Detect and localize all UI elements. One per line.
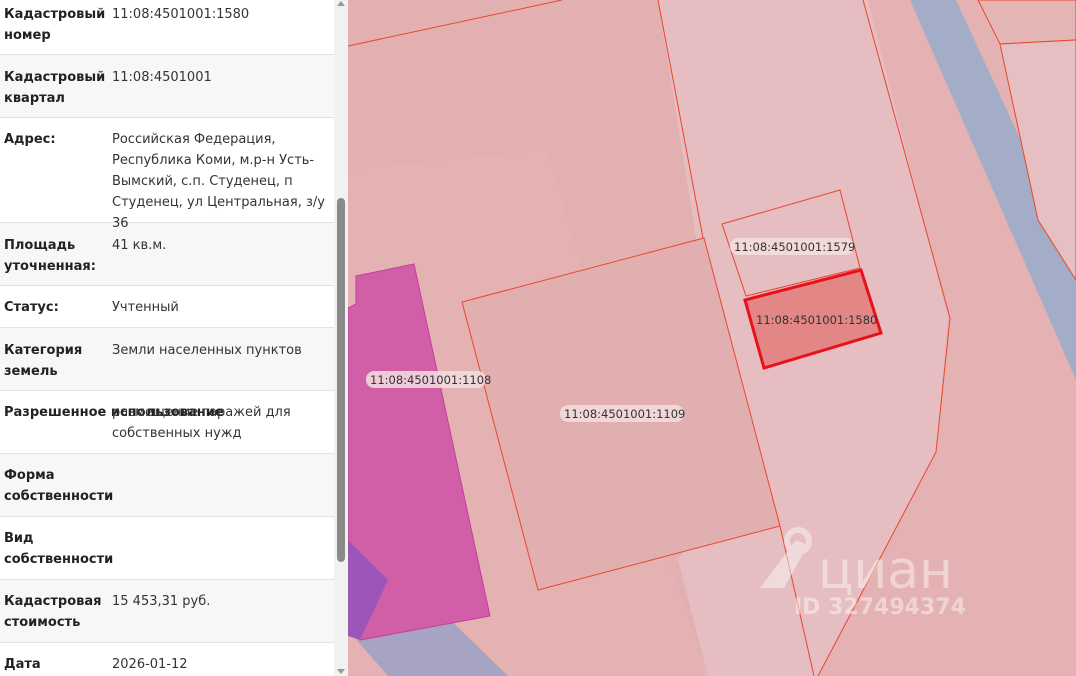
row-area: Площадь уточненная: 41 кв.м. — [0, 223, 334, 286]
row-ownership-type: Вид собственности — [0, 517, 334, 580]
value-land-category: Земли населенных пунктов — [112, 343, 302, 358]
row-ownership-form: Форма собственности — [0, 454, 334, 517]
label-address: Адрес: — [4, 132, 56, 147]
scroll-up-arrow-icon[interactable] — [337, 1, 345, 6]
value-permitted-use: размещение гаражей для собственных нужд — [112, 405, 291, 441]
label-ownership-form: Форма собственности — [4, 468, 114, 504]
watermark-listing-id: ID 327494374 — [794, 595, 966, 620]
label-cadastral-quarter: Кадастровый квартал — [4, 70, 106, 106]
value-status: Учтенный — [112, 300, 179, 315]
parcel-label-1580: 11:08:4501001:1580 — [756, 313, 877, 327]
parcel-label-1108: 11:08:4501001:1108 — [366, 371, 491, 388]
row-permitted-use: Разрешенное использование размещение гар… — [0, 391, 334, 454]
label-ownership-type: Вид собственности — [4, 531, 114, 567]
parcel-label-1109-text: 11:08:4501001:1109 — [564, 407, 685, 421]
scrollbar-thumb[interactable] — [337, 198, 345, 562]
value-cadastral-number: 11:08:4501001:1580 — [112, 7, 250, 22]
value-address: Российская Федерация, Республика Коми, м… — [112, 132, 325, 231]
row-cadastral-value: Кадастровая стоимость 15 453,31 руб. — [0, 580, 334, 643]
row-date: Дата 2026-01-12 — [0, 643, 334, 676]
parcel-label-1579: 11:08:4501001:1579 — [730, 238, 855, 255]
parcel-label-1580-text: 11:08:4501001:1580 — [756, 313, 877, 327]
parcel-label-1579-text: 11:08:4501001:1579 — [734, 240, 855, 254]
scroll-down-arrow-icon[interactable] — [337, 669, 345, 674]
value-ownership-form — [112, 465, 334, 516]
watermark-brand: циан — [818, 541, 953, 601]
panel-scrollbar[interactable] — [334, 0, 348, 676]
info-panel: Кадастровый номер 11:08:4501001:1580 Кад… — [0, 0, 334, 676]
label-land-category: Категория земель — [4, 343, 83, 379]
value-cadastral-value: 15 453,31 руб. — [112, 594, 211, 609]
row-land-category: Категория земель Земли населенных пункто… — [0, 328, 334, 391]
label-date: Дата — [4, 657, 41, 672]
parcel-label-1109: 11:08:4501001:1109 — [560, 405, 685, 422]
value-date: 2026-01-12 — [112, 657, 188, 672]
label-status: Статус: — [4, 300, 59, 315]
label-area: Площадь уточненная: — [4, 238, 96, 274]
cadastral-map[interactable]: 11:08:4501001:1108 11:08:4501001:1109 11… — [348, 0, 1076, 676]
row-status: Статус: Учтенный — [0, 286, 334, 328]
parcel-label-1108-text: 11:08:4501001:1108 — [370, 373, 491, 387]
map-canvas[interactable]: 11:08:4501001:1108 11:08:4501001:1109 11… — [348, 0, 1076, 676]
row-cadastral-quarter: Кадастровый квартал 11:08:4501001 — [0, 55, 334, 118]
value-area: 41 кв.м. — [112, 238, 167, 253]
value-cadastral-quarter: 11:08:4501001 — [112, 70, 212, 85]
row-address: Адрес: Российская Федерация, Республика … — [0, 118, 334, 231]
row-cadastral-number: Кадастровый номер 11:08:4501001:1580 — [0, 0, 334, 55]
label-cadastral-value: Кадастровая стоимость — [4, 594, 102, 630]
value-ownership-type — [112, 528, 334, 579]
label-permitted-use: Разрешенное использование — [4, 405, 224, 420]
label-cadastral-number: Кадастровый номер — [4, 7, 106, 43]
